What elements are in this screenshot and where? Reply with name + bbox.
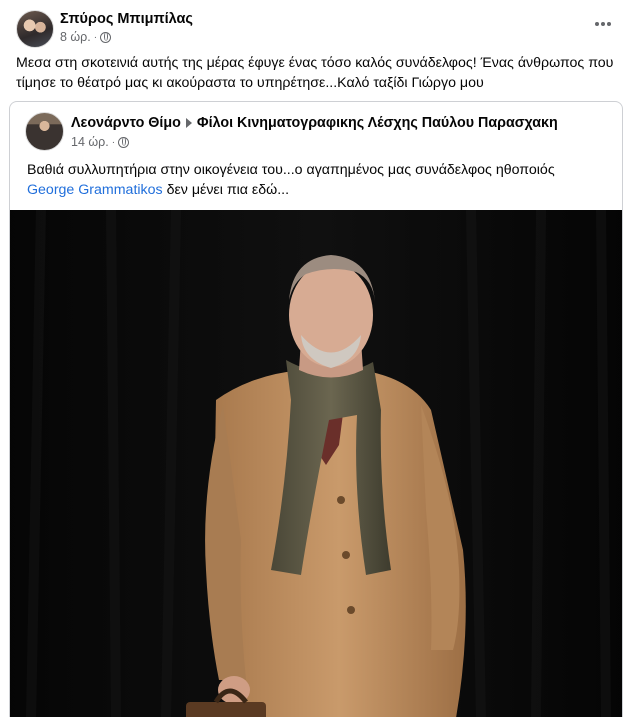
shared-post-meta: 14 ώρ. · [71,135,130,149]
shared-author-avatar[interactable] [25,112,64,151]
shared-post-title: Λεονάρντο Θίμο Φίλοι Κινηματογραφικης Λέ… [71,115,558,131]
meta-dot: · [111,136,116,148]
mention-link[interactable]: George Grammatikos [27,182,163,198]
post-photo[interactable] [10,210,622,717]
globe-icon[interactable] [118,136,130,148]
meta-dot: · [93,31,98,43]
shared-post-timestamp[interactable]: 14 ώρ. [71,135,109,149]
post-text: Μεσα στη σκοτεινιά αυτής της μέρας έφυγε… [16,55,614,91]
caret-right-icon [185,118,192,128]
shared-author-name[interactable]: Λεονάρντο Θίμο [71,115,181,131]
group-name[interactable]: Φίλοι Κινηματογραφικης Λέσχης Παύλου Παρ… [197,115,558,131]
shared-text-after: δεν μένει πια εδώ... [162,182,290,198]
post-timestamp[interactable]: 8 ώρ. [60,30,91,44]
more-options-icon[interactable] [589,14,617,34]
post-header: Σπύρος Μπιμπίλας 8 ώρ. · [16,10,617,48]
post-author-name[interactable]: Σπύρος Μπιμπίλας [60,11,193,27]
shared-post-header: Λεονάρντο Θίμο Φίλοι Κινηματογραφικης Λέ… [25,112,612,151]
author-avatar[interactable] [16,10,54,48]
shared-post-text: Βαθιά συλλυπητήρια στην οικογένεια του..… [27,160,607,200]
shared-post-card[interactable]: Λεονάρντο Θίμο Φίλοι Κινηματογραφικης Λέ… [9,101,623,717]
shared-text-before: Βαθιά συλλυπητήρια στην οικογένεια του..… [27,162,555,178]
post-meta: 8 ώρ. · [60,30,112,44]
globe-icon[interactable] [100,31,112,43]
actor-photo-illustration [10,210,622,717]
